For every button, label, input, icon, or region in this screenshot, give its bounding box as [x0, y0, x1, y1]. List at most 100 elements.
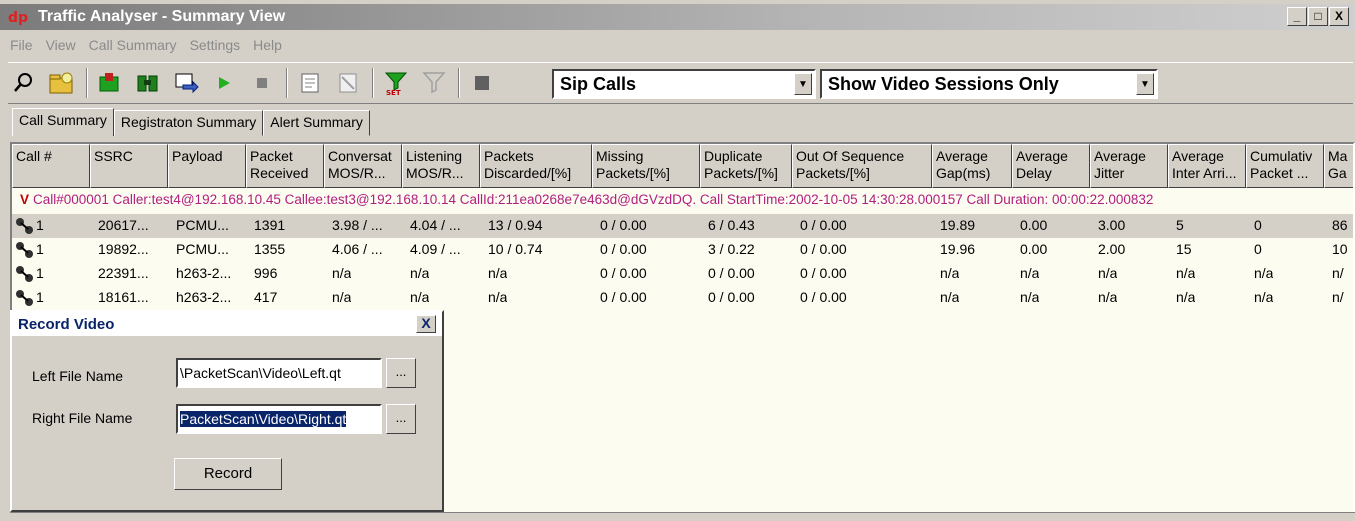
- column-header[interactable]: Packet Received: [246, 144, 324, 188]
- column-header[interactable]: Average Inter Arri...: [1168, 144, 1246, 188]
- menu-help[interactable]: Help: [253, 37, 282, 53]
- column-header-line2: Received: [250, 165, 309, 181]
- cell-duplicate: 3 / 0.22: [708, 241, 755, 257]
- cell-payload: h263-2...: [176, 265, 232, 281]
- dialog-close-button[interactable]: X: [416, 315, 436, 333]
- right-file-input[interactable]: PacketScan\Video\Right.qt: [176, 404, 382, 434]
- report-icon[interactable]: [294, 67, 326, 99]
- menu-file[interactable]: File: [10, 37, 33, 53]
- right-file-value: PacketScan\Video\Right.qt: [180, 411, 347, 427]
- cell-received: 417: [254, 289, 278, 305]
- column-header-line2: Packets/[%]: [596, 165, 670, 181]
- binoculars-icon[interactable]: [132, 67, 164, 99]
- column-header-line2: Jitter: [1094, 165, 1125, 181]
- cell-received: 1391: [254, 217, 286, 233]
- stop-icon[interactable]: [246, 67, 278, 99]
- table-row[interactable]: 1 18161... h263-2... 417 n/a n/a n/a 0 / 0.00 0 …: [12, 286, 1353, 310]
- call-group-row[interactable]: V Call#000001 Caller:test4@192.168.10.45 …: [12, 192, 1353, 214]
- left-file-value: \PacketScan\Video\Left.qt: [180, 365, 341, 381]
- cell-call: 1: [36, 265, 44, 281]
- expand-marker[interactable]: V: [20, 192, 29, 207]
- column-header-line1: Out Of Sequence: [796, 148, 905, 164]
- search-icon[interactable]: [8, 67, 40, 99]
- cell-max: n/: [1332, 289, 1344, 305]
- tab-call-summary[interactable]: Call Summary: [12, 108, 114, 136]
- session-filter-dropdown[interactable]: Show Video Sessions Only ▼: [820, 69, 1158, 99]
- table-row[interactable]: 1 22391... h263-2... 996 n/a n/a n/a 0 / 0.00 0 …: [12, 262, 1353, 286]
- toolbar-separator: [458, 68, 460, 98]
- cell-delay: 0.00: [1020, 241, 1048, 257]
- chevron-down-icon[interactable]: ▼: [794, 73, 812, 95]
- cell-received: 996: [254, 265, 278, 281]
- svg-text:SET: SET: [386, 89, 401, 96]
- column-header[interactable]: Ma Ga: [1324, 144, 1353, 188]
- minimize-button[interactable]: _: [1287, 7, 1307, 26]
- left-browse-button[interactable]: ...: [386, 358, 416, 388]
- chevron-down-icon[interactable]: ▼: [1136, 73, 1154, 95]
- column-header-line1: Listening: [406, 148, 463, 164]
- cell-cumul: 0: [1254, 241, 1262, 257]
- cell-gap: n/a: [940, 289, 960, 305]
- set-filter-icon[interactable]: SET: [380, 67, 412, 99]
- cell-listen: 4.09 / ...: [410, 241, 461, 257]
- cell-listen: n/a: [410, 265, 430, 281]
- column-header[interactable]: Packets Discarded/[%]: [480, 144, 592, 188]
- column-header[interactable]: Conversat MOS/R...: [324, 144, 402, 188]
- stream-icon: [16, 218, 33, 234]
- cell-listen: n/a: [410, 289, 430, 305]
- column-header[interactable]: Average Gap(ms): [932, 144, 1012, 188]
- column-header[interactable]: Out Of Sequence Packets/[%]: [792, 144, 932, 188]
- cell-inter: n/a: [1176, 265, 1196, 281]
- table-row[interactable]: 1 20617... PCMU... 1391 3.98 / ... 4.04 / ...…: [12, 214, 1353, 238]
- call-type-dropdown[interactable]: Sip Calls ▼: [552, 69, 816, 99]
- export-icon[interactable]: [170, 67, 202, 99]
- column-header[interactable]: SSRC: [90, 144, 168, 188]
- column-header[interactable]: Average Jitter: [1090, 144, 1168, 188]
- record-button[interactable]: Record: [174, 458, 282, 490]
- left-file-input[interactable]: \PacketScan\Video\Left.qt: [176, 358, 382, 388]
- cell-missing: 0 / 0.00: [600, 289, 647, 305]
- column-header[interactable]: Missing Packets/[%]: [592, 144, 700, 188]
- cell-duplicate: 0 / 0.00: [708, 265, 755, 281]
- cell-call: 1: [36, 241, 44, 257]
- column-header[interactable]: Call #: [12, 144, 90, 188]
- column-header-line2: Gap(ms): [936, 165, 991, 181]
- column-header[interactable]: Listening MOS/R...: [402, 144, 480, 188]
- column-header[interactable]: Payload: [168, 144, 246, 188]
- cell-cumul: 0: [1254, 217, 1262, 233]
- cell-ooseq: 0 / 0.00: [800, 241, 847, 257]
- cell-max: 10: [1332, 241, 1348, 257]
- stop-capture-icon[interactable]: [466, 67, 498, 99]
- table-row[interactable]: 1 19892... PCMU... 1355 4.06 / ... 4.09 / ...…: [12, 238, 1353, 262]
- stream-icon: [16, 266, 33, 282]
- column-header-line1: Average: [1016, 148, 1068, 164]
- horizontal-scrollbar[interactable]: [10, 512, 1355, 521]
- add-icon[interactable]: [94, 67, 126, 99]
- column-header[interactable]: Duplicate Packets/[%]: [700, 144, 792, 188]
- tab-registration-summary[interactable]: Registraton Summary: [113, 110, 264, 136]
- cell-payload: PCMU...: [176, 241, 229, 257]
- tab-strip: Call Summary Registraton Summary Alert S…: [12, 108, 370, 136]
- cell-ooseq: 0 / 0.00: [800, 265, 847, 281]
- toolbar: SET Sip Calls ▼ Show Video Sessions Only…: [8, 62, 1353, 104]
- cell-delay: n/a: [1020, 265, 1040, 281]
- play-icon[interactable]: [208, 67, 240, 99]
- menu-view[interactable]: View: [46, 37, 76, 53]
- cell-max: 86: [1332, 217, 1348, 233]
- column-header[interactable]: Average Delay: [1012, 144, 1090, 188]
- column-header[interactable]: Cumulativ Packet ...: [1246, 144, 1324, 188]
- menu-call-summary[interactable]: Call Summary: [89, 37, 177, 53]
- close-button[interactable]: X: [1329, 7, 1349, 26]
- svg-text:dp: dp: [8, 10, 28, 26]
- cell-ssrc: 18161...: [98, 289, 149, 305]
- maximize-button[interactable]: □: [1308, 7, 1328, 26]
- menu-settings[interactable]: Settings: [190, 37, 241, 53]
- clear-icon[interactable]: [332, 67, 364, 99]
- right-browse-button[interactable]: ...: [386, 404, 416, 434]
- tab-alert-summary[interactable]: Alert Summary: [263, 110, 370, 136]
- folder-icon[interactable]: [46, 67, 78, 99]
- cell-cumul: n/a: [1254, 289, 1274, 305]
- filter-icon[interactable]: [418, 67, 450, 99]
- cell-conv: 4.06 / ...: [332, 241, 383, 257]
- cell-jitter: n/a: [1098, 289, 1118, 305]
